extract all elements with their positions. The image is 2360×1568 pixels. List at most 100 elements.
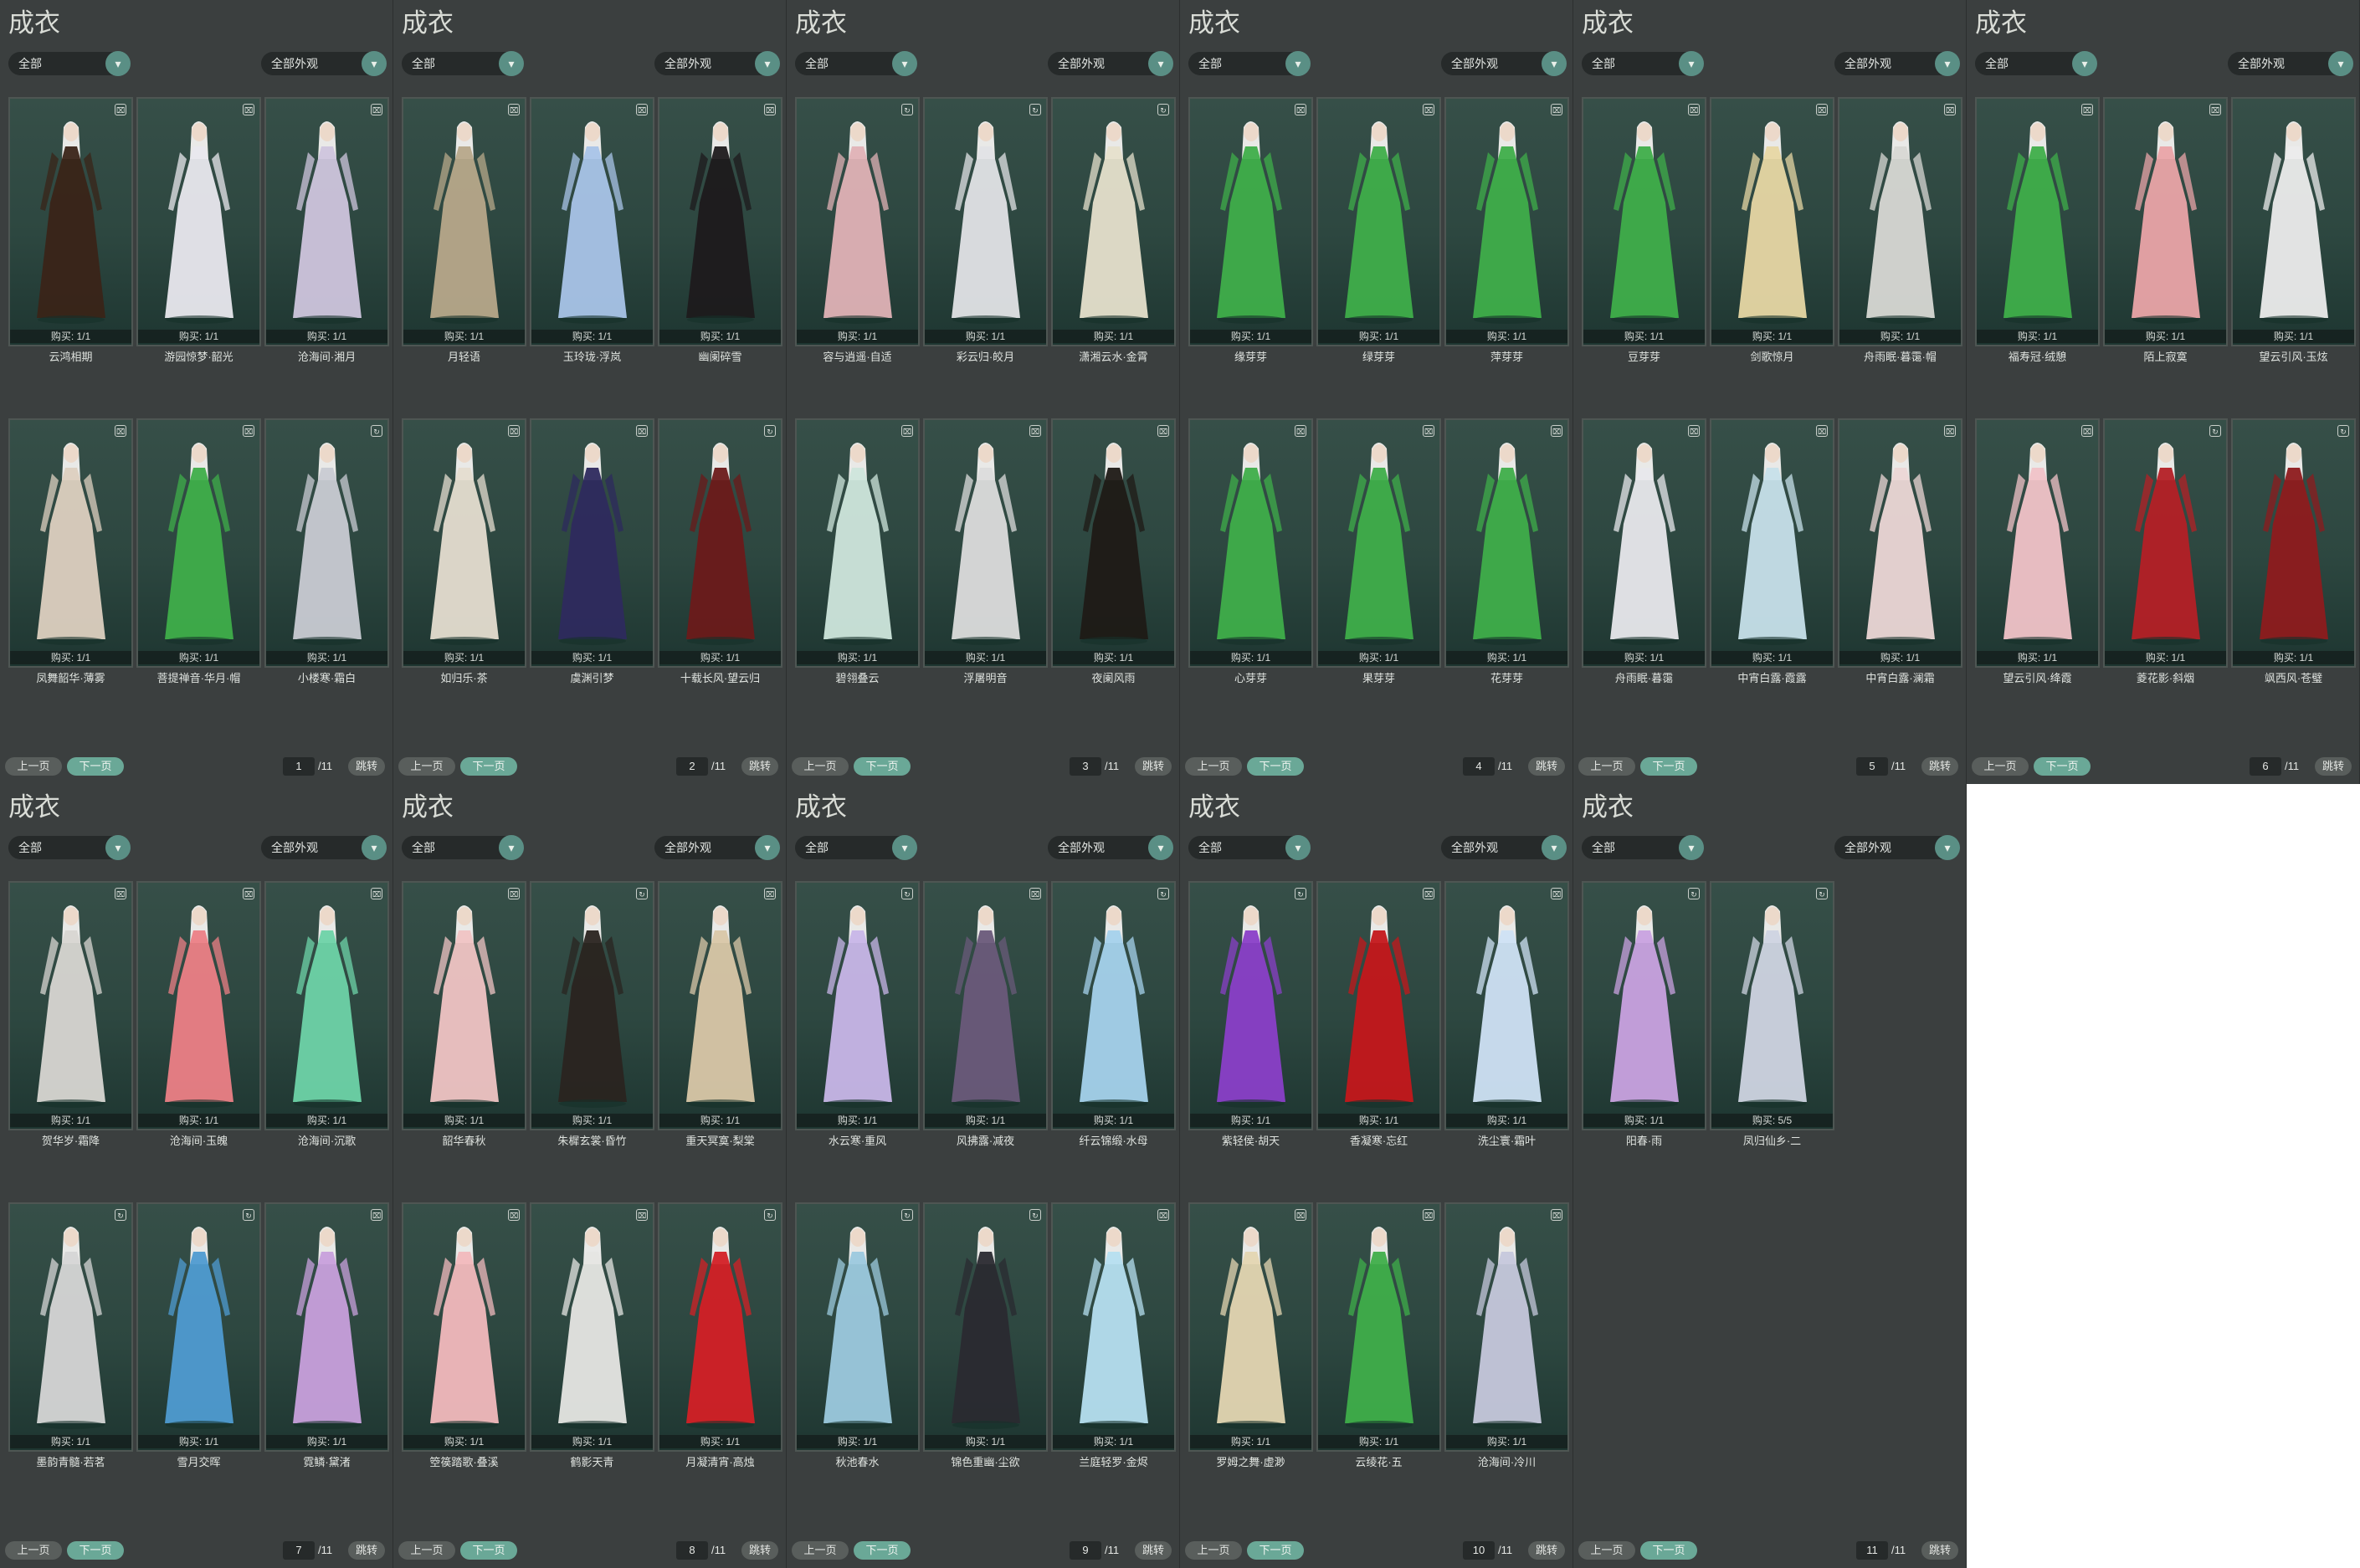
outfit-card[interactable]: ⌧ 购买: 1/1 <box>136 881 261 1130</box>
outfit-card[interactable]: ↻ 购买: 1/1 <box>2103 418 2228 668</box>
trash-icon[interactable]: ⌧ <box>2081 425 2093 437</box>
trash-icon[interactable]: ⌧ <box>1295 425 1306 437</box>
chevron-down-icon[interactable]: ▾ <box>1285 51 1311 76</box>
page-number-input[interactable]: 11 <box>1856 1541 1888 1560</box>
next-page-button[interactable]: 下一页 <box>1640 757 1697 776</box>
refresh-icon[interactable]: ↻ <box>1157 888 1169 899</box>
refresh-icon[interactable]: ↻ <box>2209 425 2221 437</box>
outfit-card[interactable]: ⌧ 购买: 1/1 <box>2103 97 2228 346</box>
outfit-card[interactable]: ⌧ 购买: 1/1 <box>8 97 133 346</box>
refresh-icon[interactable]: ↻ <box>2337 425 2349 437</box>
outfit-card[interactable]: ⌧ 购买: 1/1 <box>8 418 133 668</box>
prev-page-button[interactable]: 上一页 <box>5 757 62 776</box>
outfit-card[interactable]: ⌧ 购买: 1/1 <box>1582 418 1706 668</box>
category-dropdown[interactable]: 全部 ▾ <box>1582 51 1704 76</box>
trash-icon[interactable]: ⌧ <box>371 1209 382 1221</box>
outfit-card[interactable]: ⌧ 购买: 1/1 <box>402 418 526 668</box>
outfit-card[interactable]: ↻ 购买: 1/1 <box>8 1202 133 1452</box>
page-number-input[interactable]: 8 <box>676 1541 708 1560</box>
trash-icon[interactable]: ⌧ <box>1423 1209 1434 1221</box>
outfit-card[interactable]: ⌧ 购买: 1/1 <box>1188 418 1313 668</box>
refresh-icon[interactable]: ↻ <box>901 888 913 899</box>
outfit-card[interactable]: ↻ 购买: 1/1 <box>658 1202 782 1452</box>
category-dropdown[interactable]: 全部 ▾ <box>1975 51 2097 76</box>
category-dropdown[interactable]: 全部 ▾ <box>8 835 131 860</box>
outfit-card[interactable]: ⌧ 购买: 1/1 <box>264 1202 389 1452</box>
next-page-button[interactable]: 下一页 <box>2034 757 2091 776</box>
trash-icon[interactable]: ⌧ <box>901 425 913 437</box>
outfit-card[interactable]: 购买: 1/1 <box>2231 97 2356 346</box>
jump-button[interactable]: 跳转 <box>348 1541 385 1560</box>
outfit-card[interactable]: ↻ 购买: 1/1 <box>264 418 389 668</box>
jump-button[interactable]: 跳转 <box>1528 1541 1565 1560</box>
chevron-down-icon[interactable]: ▾ <box>1542 835 1567 860</box>
chevron-down-icon[interactable]: ▾ <box>499 51 524 76</box>
chevron-down-icon[interactable]: ▾ <box>1148 51 1173 76</box>
outfit-card[interactable]: ↻ 购买: 1/1 <box>530 881 654 1130</box>
appearance-dropdown[interactable]: 全部外观 ▾ <box>654 51 780 76</box>
chevron-down-icon[interactable]: ▾ <box>1679 835 1704 860</box>
outfit-card[interactable]: ⌧ 购买: 1/1 <box>1316 97 1441 346</box>
next-page-button[interactable]: 下一页 <box>854 1541 911 1560</box>
trash-icon[interactable]: ⌧ <box>243 425 254 437</box>
trash-icon[interactable]: ⌧ <box>508 888 520 899</box>
category-dropdown[interactable]: 全部 ▾ <box>1188 835 1311 860</box>
chevron-down-icon[interactable]: ▾ <box>1935 51 1960 76</box>
trash-icon[interactable]: ⌧ <box>115 888 126 899</box>
next-page-button[interactable]: 下一页 <box>67 1541 124 1560</box>
refresh-icon[interactable]: ↻ <box>1157 104 1169 115</box>
refresh-icon[interactable]: ↻ <box>764 1209 776 1221</box>
trash-icon[interactable]: ⌧ <box>115 104 126 115</box>
outfit-card[interactable]: ⌧ 购买: 1/1 <box>1710 418 1834 668</box>
outfit-card[interactable]: ⌧ 购买: 1/1 <box>1316 418 1441 668</box>
chevron-down-icon[interactable]: ▾ <box>362 835 387 860</box>
trash-icon[interactable]: ⌧ <box>1551 425 1562 437</box>
appearance-dropdown[interactable]: 全部外观 ▾ <box>1048 51 1173 76</box>
trash-icon[interactable]: ⌧ <box>2081 104 2093 115</box>
trash-icon[interactable]: ⌧ <box>1157 425 1169 437</box>
outfit-card[interactable]: ⌧ 购买: 1/1 <box>402 881 526 1130</box>
outfit-card[interactable]: ⌧ 购买: 1/1 <box>658 881 782 1130</box>
outfit-card[interactable]: ↻ 购买: 1/1 <box>1188 881 1313 1130</box>
prev-page-button[interactable]: 上一页 <box>792 757 849 776</box>
next-page-button[interactable]: 下一页 <box>854 757 911 776</box>
trash-icon[interactable]: ⌧ <box>243 888 254 899</box>
outfit-card[interactable]: ⌧ 购买: 1/1 <box>530 1202 654 1452</box>
outfit-card[interactable]: ⌧ 购买: 1/1 <box>1188 97 1313 346</box>
next-page-button[interactable]: 下一页 <box>1247 757 1304 776</box>
prev-page-button[interactable]: 上一页 <box>1972 757 2029 776</box>
prev-page-button[interactable]: 上一页 <box>1578 1541 1635 1560</box>
prev-page-button[interactable]: 上一页 <box>1185 1541 1242 1560</box>
outfit-card[interactable]: ⌧ 购买: 1/1 <box>136 97 261 346</box>
prev-page-button[interactable]: 上一页 <box>398 757 455 776</box>
outfit-card[interactable]: ⌧ 购买: 1/1 <box>264 97 389 346</box>
prev-page-button[interactable]: 上一页 <box>5 1541 62 1560</box>
outfit-card[interactable]: ↻ 购买: 1/1 <box>136 1202 261 1452</box>
chevron-down-icon[interactable]: ▾ <box>362 51 387 76</box>
outfit-card[interactable]: ⌧ 购买: 1/1 <box>1188 1202 1313 1452</box>
trash-icon[interactable]: ⌧ <box>1423 888 1434 899</box>
trash-icon[interactable]: ⌧ <box>636 425 648 437</box>
jump-button[interactable]: 跳转 <box>348 757 385 776</box>
outfit-card[interactable]: ⌧ 购买: 1/1 <box>1838 97 1962 346</box>
outfit-card[interactable]: ⌧ 购买: 1/1 <box>402 1202 526 1452</box>
trash-icon[interactable]: ⌧ <box>1423 104 1434 115</box>
outfit-card[interactable]: ⌧ 购买: 1/1 <box>1582 97 1706 346</box>
jump-button[interactable]: 跳转 <box>2315 757 2352 776</box>
trash-icon[interactable]: ⌧ <box>1295 104 1306 115</box>
outfit-card[interactable]: ↻ 购买: 1/1 <box>2231 418 2356 668</box>
trash-icon[interactable]: ⌧ <box>1944 104 1956 115</box>
outfit-card[interactable]: ↻ 购买: 1/1 <box>1051 881 1176 1130</box>
trash-icon[interactable]: ⌧ <box>636 104 648 115</box>
outfit-card[interactable]: ↻ 购买: 1/1 <box>1582 881 1706 1130</box>
outfit-card[interactable]: ⌧ 购买: 1/1 <box>1975 418 2100 668</box>
trash-icon[interactable]: ⌧ <box>636 1209 648 1221</box>
category-dropdown[interactable]: 全部 ▾ <box>402 835 524 860</box>
outfit-card[interactable]: ⌧ 购买: 1/1 <box>530 97 654 346</box>
appearance-dropdown[interactable]: 全部外观 ▾ <box>1441 51 1567 76</box>
prev-page-button[interactable]: 上一页 <box>792 1541 849 1560</box>
outfit-card[interactable]: ⌧ 购买: 1/1 <box>1051 1202 1176 1452</box>
outfit-card[interactable]: ⌧ 购买: 1/1 <box>1444 97 1569 346</box>
outfit-card[interactable]: ⌧ 购买: 1/1 <box>1444 418 1569 668</box>
outfit-card[interactable]: ⌧ 购买: 1/1 <box>264 881 389 1130</box>
